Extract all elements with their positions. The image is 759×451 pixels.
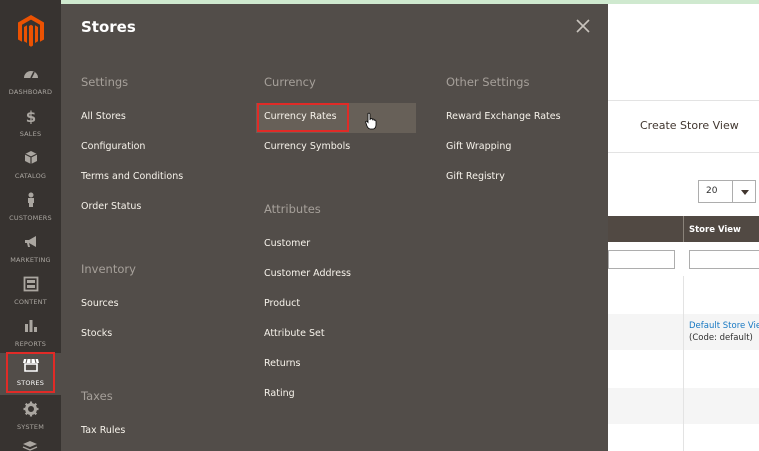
- column-header-store-view[interactable]: Store View: [689, 225, 741, 235]
- nav-sales[interactable]: $ SALES: [0, 104, 61, 146]
- close-icon[interactable]: [575, 18, 591, 34]
- customer-address-link[interactable]: Customer Address: [264, 268, 351, 279]
- store-code: (Code: default): [689, 333, 753, 343]
- taxes-heading: Taxes: [81, 389, 113, 403]
- bar-chart-icon: [0, 318, 61, 338]
- dollar-icon: $: [0, 108, 61, 128]
- nav-catalog[interactable]: CATALOG: [0, 146, 61, 188]
- stocks-link[interactable]: Stocks: [81, 328, 112, 339]
- nav-label: CUSTOMERS: [9, 214, 52, 222]
- column-divider: [683, 216, 684, 242]
- person-icon: [0, 192, 61, 212]
- nav-label: SYSTEM: [16, 423, 45, 431]
- sources-link[interactable]: Sources: [81, 298, 119, 309]
- attribute-set-link[interactable]: Attribute Set: [264, 328, 325, 339]
- terms-and-conditions-link[interactable]: Terms and Conditions: [81, 171, 183, 182]
- customer-link[interactable]: Customer: [264, 238, 310, 249]
- per-page-value: 20: [706, 186, 718, 196]
- gift-wrapping-link[interactable]: Gift Wrapping: [446, 141, 511, 152]
- nav-label: CONTENT: [14, 298, 47, 306]
- divider: [608, 152, 759, 153]
- per-page-select[interactable]: 20: [698, 180, 756, 203]
- settings-heading: Settings: [81, 75, 129, 89]
- nav-marketing[interactable]: MARKETING: [0, 230, 61, 272]
- attributes-heading: Attributes: [264, 202, 321, 216]
- stores-highlight-box: [6, 352, 55, 393]
- hand-cursor-icon: [365, 112, 377, 130]
- svg-text:$: $: [25, 108, 35, 124]
- gift-registry-link[interactable]: Gift Registry: [446, 171, 505, 182]
- filter-input[interactable]: [608, 250, 675, 269]
- order-status-link[interactable]: Order Status: [81, 201, 141, 212]
- nav-reports[interactable]: REPORTS: [0, 314, 61, 356]
- nav-label: DASHBOARD: [8, 88, 53, 96]
- all-stores-link[interactable]: All Stores: [81, 111, 126, 122]
- stores-flyout-panel: Stores Settings All Stores Configuration…: [61, 4, 608, 451]
- nav-label: MARKETING: [10, 256, 51, 264]
- configuration-link[interactable]: Configuration: [81, 141, 145, 152]
- dashboard-icon: [0, 66, 61, 86]
- box-icon: [0, 150, 61, 170]
- nav-system[interactable]: SYSTEM: [0, 397, 61, 439]
- store-view-filter-input[interactable]: [689, 250, 759, 269]
- returns-link[interactable]: Returns: [264, 358, 300, 369]
- flyout-title: Stores: [81, 18, 136, 36]
- nav-content[interactable]: CONTENT: [0, 272, 61, 314]
- gear-icon: [0, 401, 61, 421]
- extensions-icon[interactable]: [22, 440, 38, 451]
- currency-symbols-link[interactable]: Currency Symbols: [264, 141, 350, 152]
- rating-link[interactable]: Rating: [264, 388, 295, 399]
- column-divider: [683, 276, 684, 451]
- tax-rules-link[interactable]: Tax Rules: [81, 425, 125, 436]
- product-link[interactable]: Product: [264, 298, 300, 309]
- nav-label: CATALOG: [14, 172, 47, 180]
- megaphone-icon: [0, 234, 61, 254]
- nav-label: SALES: [19, 130, 42, 138]
- nav-dashboard[interactable]: DASHBOARD: [0, 62, 61, 104]
- reward-exchange-rates-link[interactable]: Reward Exchange Rates: [446, 111, 561, 122]
- nav-customers[interactable]: CUSTOMERS: [0, 188, 61, 230]
- divider: [608, 100, 759, 101]
- create-store-view-button[interactable]: Create Store View: [640, 119, 739, 132]
- layout-icon: [0, 276, 61, 296]
- chevron-down-icon[interactable]: [732, 181, 755, 202]
- currency-rates-highlight-box: [257, 103, 349, 132]
- magento-logo-icon[interactable]: [16, 14, 46, 48]
- other-settings-heading: Other Settings: [446, 75, 530, 89]
- currency-heading: Currency: [264, 75, 316, 89]
- nav-label: REPORTS: [14, 340, 47, 348]
- inventory-heading: Inventory: [81, 262, 136, 276]
- default-store-view-link[interactable]: Default Store View: [689, 321, 759, 331]
